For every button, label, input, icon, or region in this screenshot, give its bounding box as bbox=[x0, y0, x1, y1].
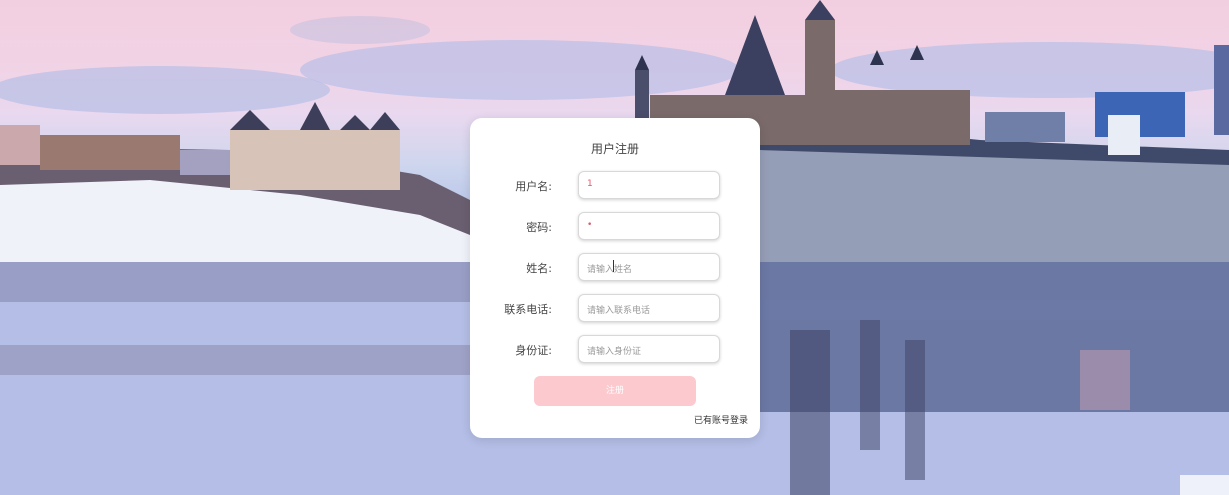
username-value: 1 bbox=[587, 179, 593, 189]
form-title: 用户注册 bbox=[590, 142, 639, 156]
phone-label: 联系电话: bbox=[504, 303, 552, 316]
username-row: 用户名: 1 bbox=[470, 171, 760, 201]
login-link[interactable]: 已有账号登录 bbox=[694, 413, 748, 426]
phone-input[interactable]: 请输入联系电话 bbox=[578, 294, 720, 322]
password-row: 密码: • bbox=[470, 212, 760, 242]
register-card: 用户注册 用户名: 1 密码: • 姓名: 请输入姓名 联系电话: 请输入联系电… bbox=[470, 118, 760, 438]
phone-row: 联系电话: 请输入联系电话 bbox=[470, 294, 760, 324]
password-input[interactable]: • bbox=[578, 212, 720, 240]
name-input[interactable]: 请输入姓名 bbox=[578, 253, 720, 281]
id-card-label: 身份证: bbox=[515, 344, 552, 357]
name-placeholder: 请输入姓名 bbox=[587, 265, 633, 275]
phone-placeholder: 请输入联系电话 bbox=[587, 306, 651, 316]
password-value: • bbox=[587, 220, 593, 230]
password-label: 密码: bbox=[526, 221, 552, 234]
id-card-placeholder: 请输入身份证 bbox=[587, 347, 642, 357]
id-card-input[interactable]: 请输入身份证 bbox=[578, 335, 720, 363]
text-cursor-icon bbox=[613, 260, 614, 272]
name-row: 姓名: 请输入姓名 bbox=[470, 253, 760, 283]
id-card-row: 身份证: 请输入身份证 bbox=[470, 335, 760, 365]
register-button[interactable]: 注册 bbox=[534, 376, 696, 406]
username-label: 用户名: bbox=[515, 180, 552, 193]
username-input[interactable]: 1 bbox=[578, 171, 720, 199]
name-label: 姓名: bbox=[526, 262, 552, 275]
